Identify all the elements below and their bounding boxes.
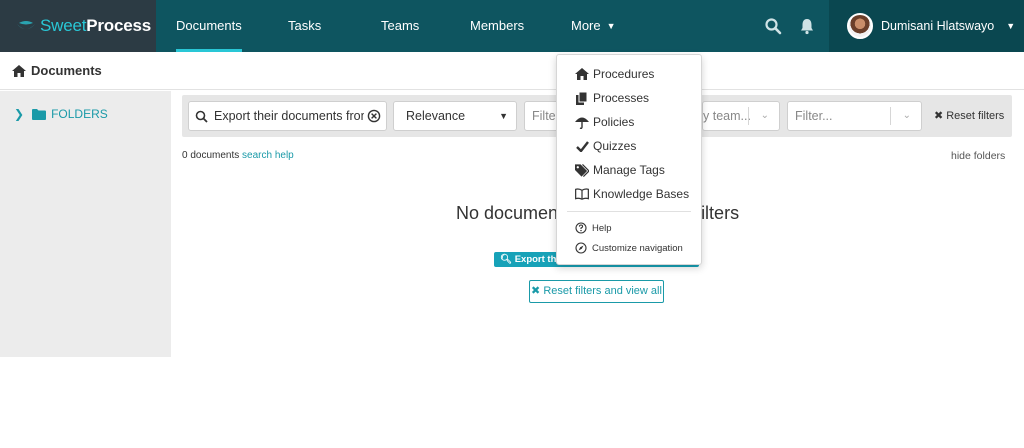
sort-select-value: Relevance — [406, 109, 466, 123]
reset-filters-view-all-label: Reset filters and view all — [543, 285, 662, 297]
menu-item-procedures-label: Procedures — [593, 67, 655, 81]
search-icon[interactable] — [764, 17, 782, 35]
chevron-right-icon: ❯ — [14, 107, 25, 121]
nav-tasks[interactable]: Tasks — [288, 0, 321, 52]
user-menu[interactable]: Dumisani Hlatswayo ▼ — [829, 0, 1024, 52]
more-dropdown-menu: Procedures Processes Policies Quizzes Ma… — [556, 54, 702, 265]
search-input-value: Export their documents from — [214, 109, 364, 123]
filter-select-team[interactable]: y team... ⌄ — [702, 101, 780, 131]
home-icon — [575, 67, 589, 81]
nav-documents[interactable]: Documents — [176, 0, 242, 52]
user-name: Dumisani Hlatswayo — [881, 19, 995, 33]
breadcrumb: Documents — [0, 52, 1024, 90]
document-count-text: 0 documents — [182, 150, 240, 161]
menu-item-processes-label: Processes — [593, 91, 650, 105]
folder-icon — [32, 108, 47, 120]
nav-more[interactable]: More ▼ — [571, 0, 616, 52]
sidebar: ❯ FOLDERS — [0, 91, 171, 357]
select-divider — [890, 107, 891, 125]
menu-item-customize-navigation-label: Customize navigation — [592, 242, 683, 254]
nav-members[interactable]: Members — [470, 0, 524, 52]
clear-search-icon[interactable] — [367, 109, 381, 123]
folders-toggle[interactable]: ❯ FOLDERS — [14, 107, 108, 121]
tags-icon — [575, 163, 589, 177]
copy-icon — [575, 91, 589, 105]
search-input[interactable]: Export their documents from — [188, 101, 387, 131]
menu-item-help[interactable]: Help — [575, 220, 612, 236]
logo-text: SweetProcess — [40, 16, 152, 35]
search-icon — [195, 110, 208, 123]
filter-select-team-placeholder: y team... — [703, 109, 751, 123]
hide-folders-link[interactable]: hide folders — [951, 150, 1005, 162]
breadcrumb-label: Documents — [31, 63, 102, 78]
nav-more-label: More — [571, 18, 601, 33]
menu-item-knowledge-bases-label: Knowledge Bases — [593, 187, 690, 201]
reset-filters-view-all-button[interactable]: ✖ Reset filters and view all — [529, 280, 664, 303]
menu-item-manage-tags[interactable]: Manage Tags — [575, 160, 665, 180]
sort-select[interactable]: Relevance ▼ — [393, 101, 517, 131]
book-icon — [575, 187, 589, 201]
logo-icon — [17, 21, 35, 29]
top-navigation-bar: SweetProcess Documents Tasks Teams Membe… — [0, 0, 1024, 52]
umbrella-icon — [575, 115, 589, 129]
menu-item-procedures[interactable]: Procedures — [575, 64, 654, 84]
avatar — [847, 13, 873, 39]
compass-icon — [575, 242, 587, 254]
chevron-down-icon: ▼ — [606, 21, 616, 31]
menu-item-knowledge-bases[interactable]: Knowledge Bases — [575, 184, 689, 204]
export-documents-label: Export the — [514, 254, 562, 265]
filter-select-3[interactable]: Filter... ⌄ — [787, 101, 922, 131]
menu-item-customize-navigation[interactable]: Customize navigation — [575, 240, 683, 256]
question-circle-icon — [575, 222, 587, 234]
reset-filters-label: Reset filters — [946, 110, 1005, 122]
menu-item-policies-label: Policies — [593, 115, 635, 129]
search-help-link[interactable]: search help — [242, 150, 294, 161]
menu-item-quizzes[interactable]: Quizzes — [575, 136, 636, 156]
menu-item-help-label: Help — [592, 222, 612, 234]
reset-filters-button[interactable]: ✖ Reset filters — [934, 109, 1004, 122]
folders-label: FOLDERS — [51, 107, 108, 121]
chevron-down-icon: ▼ — [1006, 21, 1016, 31]
menu-divider — [567, 211, 691, 212]
menu-item-processes[interactable]: Processes — [575, 88, 649, 108]
menu-item-quizzes-label: Quizzes — [593, 139, 637, 153]
bell-icon[interactable] — [798, 17, 816, 35]
menu-item-manage-tags-label: Manage Tags — [593, 163, 665, 177]
nav-teams[interactable]: Teams — [381, 0, 419, 52]
close-icon: ✖ — [934, 110, 944, 122]
chevron-down-icon: ▼ — [499, 111, 508, 121]
close-icon: ✖ — [531, 285, 541, 297]
chevron-down-icon: ⌄ — [760, 110, 769, 121]
empty-state-title-right: ilters — [701, 203, 740, 223]
empty-state-title-left: No document — [456, 203, 564, 223]
menu-item-policies[interactable]: Policies — [575, 112, 634, 132]
chevron-down-icon: ⌄ — [902, 110, 911, 121]
filter-select-3-placeholder: Filter... — [795, 109, 833, 123]
search-icon: 🔍︎ — [500, 254, 513, 265]
select-divider — [748, 107, 749, 125]
document-count: 0 documents search help — [182, 150, 294, 161]
logo[interactable]: SweetProcess — [0, 0, 156, 52]
home-icon — [12, 64, 26, 77]
check-icon — [575, 139, 589, 153]
